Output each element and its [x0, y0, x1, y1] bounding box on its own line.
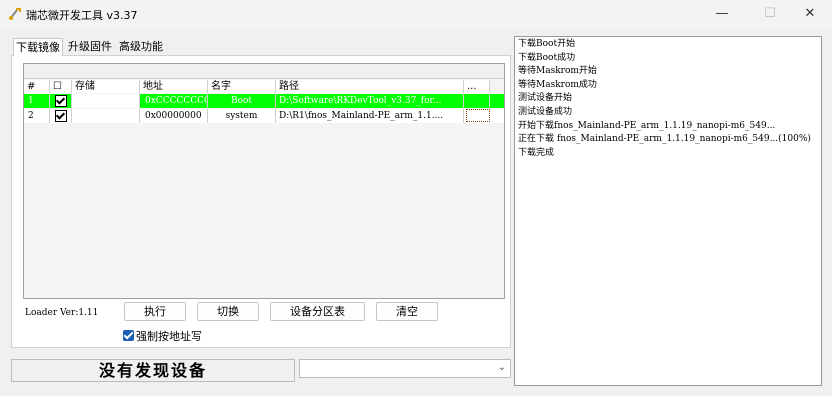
chevron-down-icon[interactable]: ⌄ [498, 362, 506, 373]
row-name[interactable]: system [208, 109, 276, 123]
column-header-path: 路径 [276, 80, 464, 93]
log-line: 等待Maskrom成功 [518, 79, 597, 90]
execute-button[interactable]: 执行 [124, 302, 186, 321]
column-header-index: # [24, 80, 50, 93]
row-browse-button[interactable] [466, 109, 490, 122]
row-path[interactable]: D:\Software\RKDevTool_v3.37_for... [276, 94, 464, 108]
loader-version: Loader Ver:1.11 [25, 308, 99, 318]
log-output[interactable]: 下载Boot开始 下载Boot成功 等待Maskrom开始 等待Maskrom成… [514, 36, 822, 386]
row-address[interactable]: 0xCCCCCCCC [140, 94, 208, 108]
log-line: 下载Boot开始 [518, 39, 576, 49]
log-line: 等待Maskrom开始 [518, 66, 597, 77]
row-index: 1 [24, 94, 50, 108]
log-line: 测试设备成功 [518, 106, 573, 117]
tab-upgrade-firmware[interactable]: 升级固件 [66, 38, 114, 56]
row-index: 2 [24, 109, 50, 123]
force-address-label[interactable]: 强制按地址写 [136, 328, 202, 344]
column-header-more: ... [464, 80, 490, 93]
table-toolbar-strip [24, 64, 504, 79]
log-line: 下载完成 [518, 147, 555, 158]
image-table[interactable]: # ☐ 存储 地址 名字 路径 ... 1 0xCCCCCCCC Boot D:… [23, 63, 505, 299]
title-bar[interactable]: 瑞芯微开发工具 v3.37 — ☐ ✕ [0, 0, 832, 28]
checkbox-checked-icon[interactable] [55, 94, 67, 107]
minimize-button[interactable]: — [700, 0, 744, 28]
tab-advanced-functions[interactable]: 高级功能 [117, 38, 165, 56]
log-line: 下载Boot成功 [518, 52, 576, 63]
row-name[interactable]: Boot [208, 94, 276, 108]
row-address[interactable]: 0x00000000 [140, 109, 208, 123]
row-checkbox[interactable] [50, 94, 72, 108]
device-select[interactable]: ⌄ [299, 359, 511, 378]
column-header-address: 地址 [140, 80, 208, 93]
log-line: 正在下载 fnos_Mainland-PE_arm_1.1.19_nanopi-… [518, 134, 811, 145]
column-header-name: 名字 [208, 80, 276, 93]
force-address-checkbox[interactable] [123, 330, 134, 341]
row-storage[interactable] [72, 109, 140, 123]
switch-button[interactable]: 切换 [197, 302, 259, 321]
window-title: 瑞芯微开发工具 v3.37 [26, 9, 138, 22]
close-button[interactable]: ✕ [788, 0, 832, 28]
checkbox-checked-icon[interactable] [55, 109, 67, 122]
clear-button[interactable]: 清空 [376, 302, 438, 321]
device-status: 没有发现设备 [11, 359, 295, 382]
row-storage[interactable] [72, 94, 140, 108]
table-row[interactable]: 1 0xCCCCCCCC Boot D:\Software\RKDevTool_… [24, 94, 504, 108]
column-header-storage: 存储 [72, 80, 140, 93]
row-path[interactable]: D:\R1\fnos_Mainland-PE_arm_1.1.... [276, 109, 464, 123]
maximize-button[interactable]: ☐ [748, 0, 792, 28]
app-logo-icon [9, 8, 21, 20]
partition-table-button[interactable]: 设备分区表 [270, 302, 365, 321]
log-line: 测试设备开始 [518, 93, 573, 104]
tab-download-image[interactable]: 下载镜像 [13, 38, 63, 56]
column-header-check[interactable]: ☐ [50, 80, 72, 93]
row-checkbox[interactable] [50, 109, 72, 123]
log-line: 开始下载fnos_Mainland-PE_arm_1.1.19_nanopi-m… [518, 120, 776, 131]
table-row[interactable]: 2 0x00000000 system D:\R1\fnos_Mainland-… [24, 109, 504, 123]
row-browse-button[interactable] [464, 94, 490, 108]
